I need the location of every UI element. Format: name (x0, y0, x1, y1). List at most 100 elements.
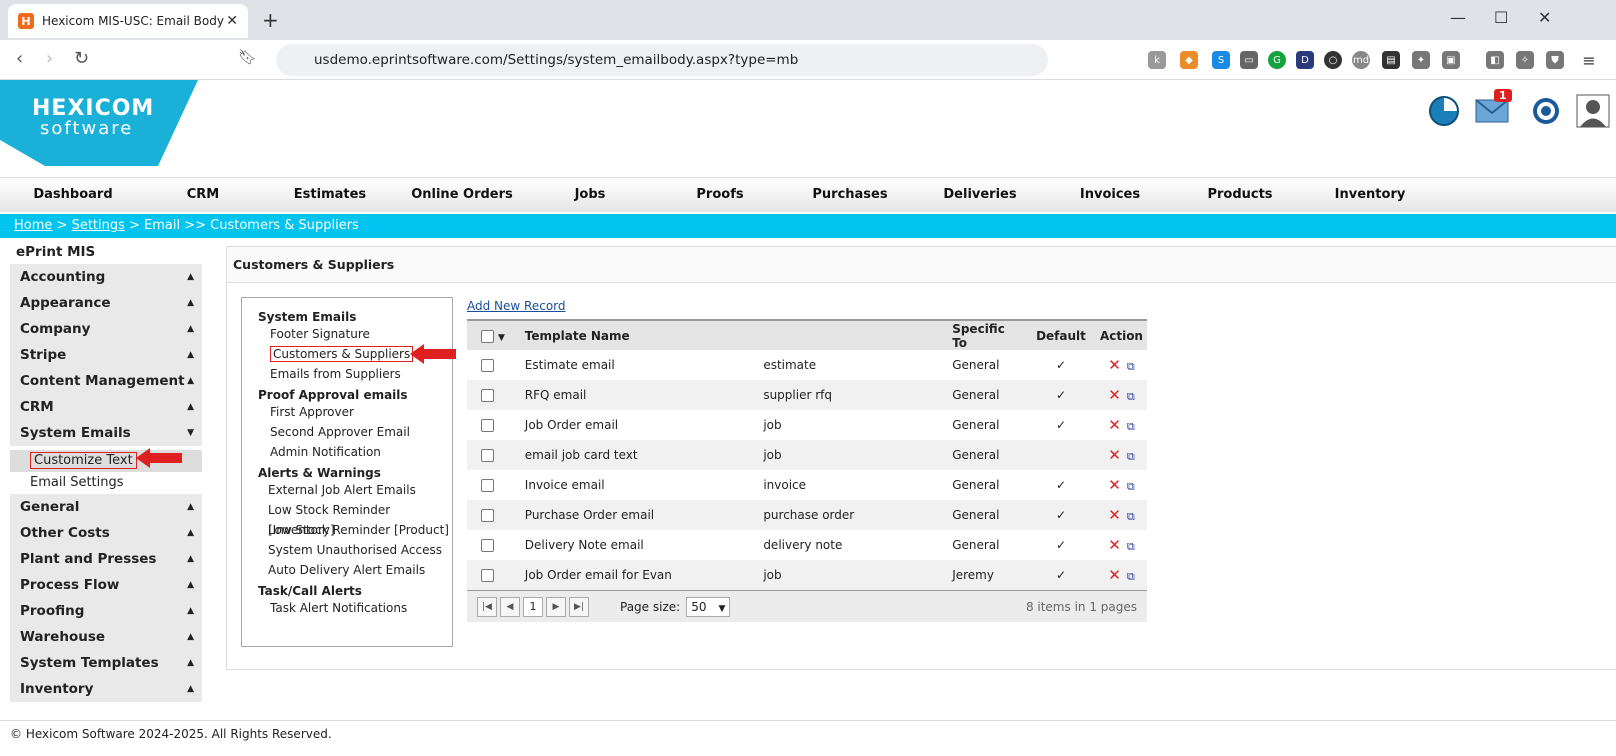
table-row[interactable]: RFQ email supplier rfq General ✓ ✕ ⧉ (467, 380, 1147, 410)
nav-products[interactable]: Products (1176, 178, 1304, 212)
first-page-icon[interactable]: |◀ (477, 596, 497, 617)
sidebar-item-general[interactable]: General ▲ (10, 494, 202, 520)
settings-gear-icon[interactable] (1529, 94, 1563, 128)
sidebar-item-stripe[interactable]: Stripe ▲ (10, 342, 202, 368)
col-specific-to[interactable]: Specific To (948, 320, 1027, 350)
tree-item-task-alert[interactable]: Task Alert Notifications (242, 598, 452, 618)
tree-item-external-job-alert[interactable]: External Job Alert Emails (242, 480, 452, 500)
tree-item-auto-delivery-alert[interactable]: Auto Delivery Alert Emails (242, 560, 452, 580)
col-default[interactable]: Default (1026, 320, 1096, 350)
sidebar-item-appearance[interactable]: Appearance ▲ (10, 290, 202, 316)
markdown-icon[interactable]: md (1352, 51, 1370, 69)
sidebar-item-system-emails[interactable]: System Emails ▼ (10, 420, 202, 446)
sidebar-sub-email-settings[interactable]: Email Settings (10, 472, 202, 494)
user-avatar-icon[interactable] (1576, 94, 1610, 128)
sidebar-item-process-flow[interactable]: Process Flow ▲ (10, 572, 202, 598)
select-all-checkbox[interactable] (481, 329, 494, 343)
table-row[interactable]: Delivery Note email delivery note General ✓… (467, 530, 1147, 560)
sidebar-item-proofing[interactable]: Proofing ▲ (10, 598, 202, 624)
delete-icon[interactable]: ✕ (1108, 446, 1121, 464)
sidebar-item-accounting[interactable]: Accounting ▲ (10, 264, 202, 290)
table-row[interactable]: Job Order email for Evan job Jeremy ✓ ✕ ⧉ (467, 560, 1147, 590)
maximize-icon[interactable]: ☐ (1494, 8, 1508, 27)
puzzle-icon[interactable]: ✦ (1412, 51, 1430, 69)
row-checkbox[interactable] (481, 539, 494, 552)
sidebar-item-plant-and-presses[interactable]: Plant and Presses ▲ (10, 546, 202, 572)
sidebar-item-other-costs[interactable]: Other Costs ▲ (10, 520, 202, 546)
nav-deliveries[interactable]: Deliveries (916, 178, 1044, 212)
nav-inventory[interactable]: Inventory (1304, 178, 1436, 212)
delete-icon[interactable]: ✕ (1108, 536, 1121, 554)
table-row[interactable]: Job Order email job General ✓ ✕ ⧉ (467, 410, 1147, 440)
close-window-icon[interactable]: ✕ (1538, 8, 1551, 27)
back-icon[interactable]: ‹ (16, 48, 23, 69)
forward-icon[interactable]: › (46, 48, 53, 69)
pip-icon[interactable]: ▭ (1240, 51, 1258, 69)
copy-icon[interactable]: ⧉ (1127, 420, 1135, 433)
nav-proofs[interactable]: Proofs (656, 178, 784, 212)
grammarly-icon[interactable]: G (1268, 51, 1286, 69)
next-page-icon[interactable]: ▶ (546, 596, 566, 617)
close-tab-icon[interactable]: ✕ (226, 13, 238, 29)
tree-item-first-approver[interactable]: First Approver (242, 402, 452, 422)
chevron-down-icon[interactable]: ▼ (498, 333, 505, 343)
hexicom-logo[interactable]: HEXICOM software (0, 80, 198, 166)
browser-tab[interactable]: H Hexicom MIS-USC: Email Body ✕ (8, 4, 248, 38)
chart-icon[interactable] (1427, 94, 1461, 128)
nav-invoices[interactable]: Invoices (1044, 178, 1176, 212)
nav-crm[interactable]: CRM (146, 178, 260, 212)
menu-icon[interactable]: ≡ (1580, 51, 1598, 70)
tree-item-admin-notification[interactable]: Admin Notification (242, 442, 452, 462)
delete-icon[interactable]: ✕ (1108, 476, 1121, 494)
row-checkbox[interactable] (481, 479, 494, 492)
copy-icon[interactable]: ⧉ (1127, 390, 1135, 403)
tree-item-unauthorised-access[interactable]: System Unauthorised Access (242, 540, 452, 560)
copy-icon[interactable]: ⧉ (1127, 510, 1135, 523)
sidebar-item-company[interactable]: Company ▲ (10, 316, 202, 342)
row-checkbox[interactable] (481, 449, 494, 462)
page-size-select[interactable]: 50 ▼ (686, 596, 731, 617)
table-row[interactable]: Purchase Order email purchase order Genera… (467, 500, 1147, 530)
new-tab-icon[interactable]: + (262, 8, 279, 32)
row-checkbox[interactable] (481, 569, 494, 582)
tree-item-second-approver[interactable]: Second Approver Email (242, 422, 452, 442)
tool-icon[interactable]: ▤ (1382, 51, 1400, 69)
tree-item-emails-from-suppliers[interactable]: Emails from Suppliers (242, 364, 452, 384)
tree-item-low-stock-inventory[interactable]: Low Stock Reminder [Inventory] (242, 500, 452, 537)
table-row[interactable]: email job card text job General ✕ ⧉ (467, 440, 1147, 470)
url-field[interactable]: usdemo.eprintsoftware.com/Settings/syste… (276, 44, 1048, 76)
bookmark-icon[interactable]: 🔖︎ (238, 48, 257, 66)
sidebar-item-warehouse[interactable]: Warehouse ▲ (10, 624, 202, 650)
col-template-name[interactable]: Template Name (520, 320, 760, 350)
copy-icon[interactable]: ⧉ (1127, 480, 1135, 493)
extension-icon[interactable]: k (1148, 51, 1166, 69)
sidebar-item-system-templates[interactable]: System Templates ▲ (10, 650, 202, 676)
breadcrumb-home-link[interactable]: Home (14, 218, 52, 233)
sidebar-item-inventory[interactable]: Inventory ▲ (10, 676, 202, 702)
shazam-icon[interactable]: S (1212, 51, 1230, 69)
row-checkbox[interactable] (481, 509, 494, 522)
table-row[interactable]: Invoice email invoice General ✓ ✕ ⧉ (467, 470, 1147, 500)
tree-item-footer-signature[interactable]: Footer Signature (242, 324, 452, 344)
vpn-icon[interactable]: ⛊ (1546, 51, 1564, 69)
delete-icon[interactable]: ✕ (1108, 356, 1121, 374)
page-number-button[interactable]: 1 (523, 596, 543, 617)
reload-icon[interactable]: ↻ (74, 48, 89, 69)
last-page-icon[interactable]: ▶| (569, 596, 589, 617)
nav-online-orders[interactable]: Online Orders (400, 178, 524, 212)
copy-icon[interactable]: ⧉ (1127, 360, 1135, 373)
nav-purchases[interactable]: Purchases (784, 178, 916, 212)
prev-page-icon[interactable]: ◀ (500, 596, 520, 617)
row-checkbox[interactable] (481, 359, 494, 372)
nav-jobs[interactable]: Jobs (524, 178, 656, 212)
tree-item-low-stock-product[interactable]: Low Stock Reminder [Product] (242, 520, 452, 540)
delete-icon[interactable]: ✕ (1108, 566, 1121, 584)
copy-icon[interactable]: ⧉ (1127, 450, 1135, 463)
add-new-record-link[interactable]: Add New Record (467, 299, 1147, 319)
sidebar-icon[interactable]: ▣ (1442, 51, 1460, 69)
row-checkbox[interactable] (481, 389, 494, 402)
leo-icon[interactable]: ✧ (1516, 51, 1534, 69)
copy-icon[interactable]: ⧉ (1127, 540, 1135, 553)
wallet-icon[interactable]: ◧ (1486, 51, 1504, 69)
minimize-icon[interactable]: — (1450, 8, 1466, 27)
